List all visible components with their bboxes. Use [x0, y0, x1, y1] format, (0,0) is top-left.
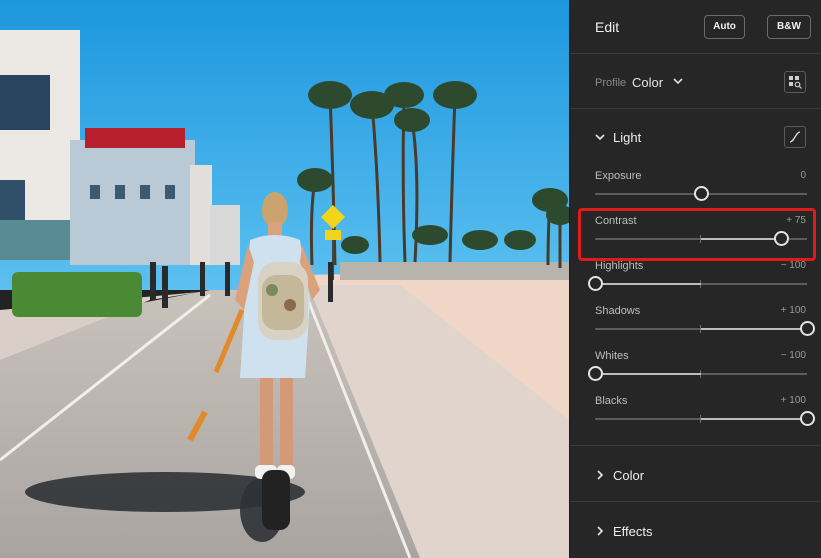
slider-knob[interactable]	[800, 411, 815, 426]
chevron-right-icon[interactable]	[594, 469, 606, 481]
profile-browser-icon[interactable]	[784, 71, 806, 93]
slider-fill	[595, 283, 701, 285]
profile-dropdown[interactable]: Color	[632, 75, 663, 90]
slider-fill	[701, 328, 807, 330]
effects-section-title[interactable]: Effects	[613, 524, 653, 539]
slider-label: Whites	[595, 350, 629, 362]
slider-fill	[595, 373, 701, 375]
chevron-down-icon[interactable]	[594, 131, 606, 143]
chevron-right-icon[interactable]	[594, 525, 606, 537]
slider-value[interactable]: 0	[800, 170, 806, 181]
slider-label: Highlights	[595, 260, 644, 272]
color-section[interactable]: Color	[570, 446, 821, 502]
slider-track[interactable]	[595, 411, 815, 426]
slider-knob[interactable]	[588, 366, 603, 381]
slider-value[interactable]: − 100	[781, 350, 806, 361]
slider-shadows[interactable]: Shadows + 100	[570, 305, 821, 345]
color-section-title[interactable]: Color	[613, 468, 644, 483]
slider-track[interactable]	[595, 321, 815, 336]
slider-value[interactable]: + 100	[781, 395, 806, 406]
light-section: Light Exposure 0 Contrast + 75 Highlights − 1…	[570, 109, 821, 446]
slider-highlights[interactable]: Highlights − 100	[570, 260, 821, 300]
slider-value[interactable]: − 100	[781, 260, 806, 271]
slider-label: Blacks	[595, 395, 628, 407]
edit-header: Edit Auto B&W	[570, 0, 821, 54]
slider-track[interactable]	[595, 186, 807, 201]
photo-canvas[interactable]	[0, 0, 569, 558]
slider-value[interactable]: + 100	[781, 305, 806, 316]
edit-title: Edit	[595, 19, 620, 35]
edit-panel: Edit Auto B&W Profile Color Light Exposu…	[569, 0, 821, 558]
effects-section[interactable]: Effects	[570, 502, 821, 558]
contrast-highlight-box	[578, 208, 816, 261]
slider-whites[interactable]: Whites − 100	[570, 350, 821, 390]
profile-label: Profile	[595, 77, 627, 89]
slider-track[interactable]	[588, 276, 807, 291]
slider-track[interactable]	[588, 366, 807, 381]
slider-exposure[interactable]: Exposure 0	[570, 170, 821, 210]
beach-boardwalk-photo	[0, 0, 569, 558]
slider-label: Shadows	[595, 305, 641, 317]
chevron-down-icon[interactable]	[671, 74, 685, 88]
auto-button[interactable]: Auto	[704, 15, 745, 39]
light-section-title[interactable]: Light	[613, 130, 641, 145]
slider-blacks[interactable]: Blacks + 100	[570, 395, 821, 435]
slider-knob[interactable]	[800, 321, 815, 336]
slider-label: Exposure	[595, 170, 642, 182]
profile-row: Profile Color	[570, 54, 821, 109]
bw-button[interactable]: B&W	[767, 15, 811, 39]
slider-knob[interactable]	[694, 186, 709, 201]
tone-curve-icon[interactable]	[784, 126, 806, 148]
slider-knob[interactable]	[588, 276, 603, 291]
slider-fill	[701, 418, 807, 420]
